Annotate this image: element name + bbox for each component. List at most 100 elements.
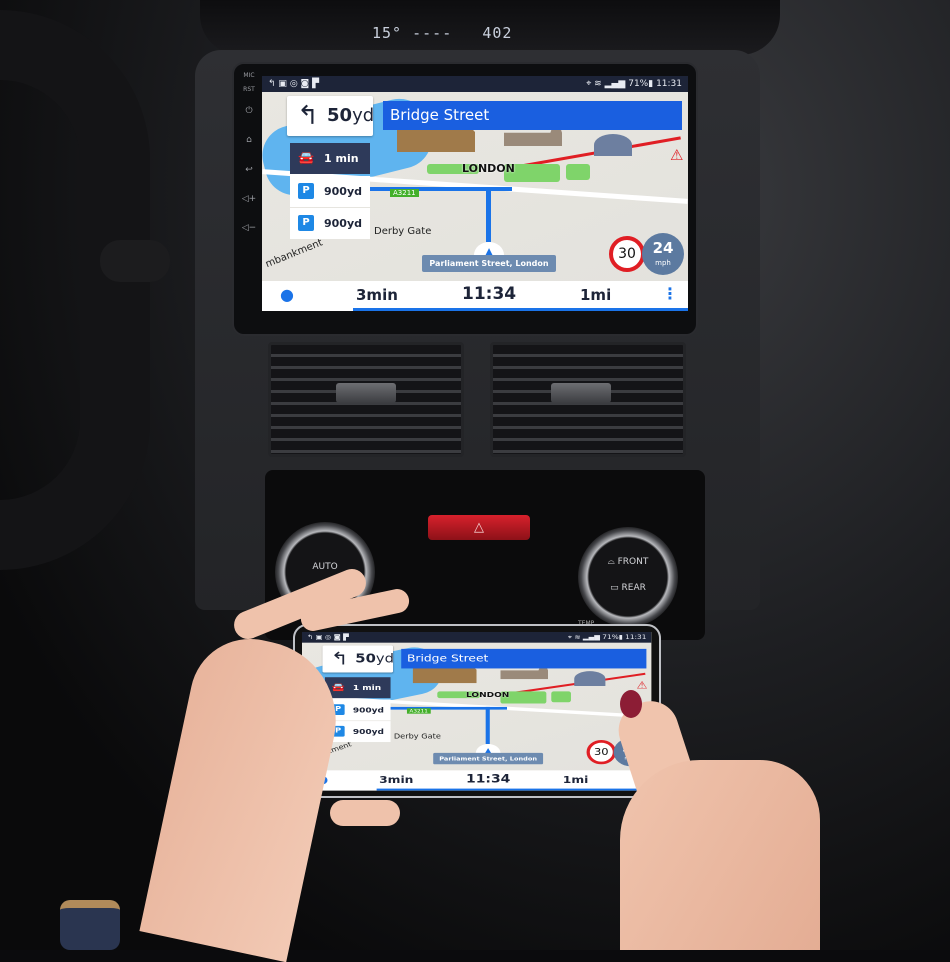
warning-triangle-icon[interactable]: ⚠ bbox=[637, 679, 648, 691]
dome-landmark bbox=[574, 671, 606, 686]
watch-strap bbox=[60, 900, 120, 950]
navigation-icon: ↰ bbox=[268, 79, 276, 89]
speed-limit-sign: 30 bbox=[586, 740, 617, 765]
flipboard-icon: ▛ bbox=[312, 79, 320, 89]
turn-instruction: ↰ 50yd bbox=[287, 96, 374, 136]
right-hand bbox=[620, 760, 820, 950]
steering-wheel bbox=[0, 10, 150, 570]
city-label: LONDON bbox=[462, 162, 515, 175]
speed-limit-sign: 30 bbox=[609, 236, 645, 272]
rear-defrost-icon: ▭ bbox=[610, 583, 619, 593]
traffic-delay[interactable]: 🚘 1 min bbox=[290, 143, 370, 174]
speed-value: 24 bbox=[652, 239, 674, 257]
hazard-button[interactable]: △ bbox=[428, 515, 530, 540]
battery-icon: ▮ bbox=[648, 79, 654, 89]
readout-temp: 15° bbox=[372, 24, 403, 42]
route-line bbox=[485, 706, 490, 745]
rear-label: REAR bbox=[621, 583, 646, 593]
traffic-label: 1 min bbox=[352, 683, 382, 693]
app-icon: ◎ bbox=[324, 634, 332, 641]
battery-level: 71% bbox=[602, 634, 619, 641]
chat-icon: ◙ bbox=[333, 634, 341, 641]
distance-unit: yd bbox=[352, 105, 375, 126]
parking-distance: 900yd bbox=[352, 705, 385, 715]
current-location: Parliament Street, London bbox=[422, 255, 556, 272]
road-shield: A3211 bbox=[406, 708, 431, 714]
map-park bbox=[566, 164, 590, 180]
arrival-time: 11:34 bbox=[462, 284, 517, 304]
route-line bbox=[486, 187, 491, 242]
arrival-time: 11:34 bbox=[466, 772, 511, 786]
left-thumb bbox=[330, 800, 400, 826]
traffic-car-icon: 🚘 bbox=[331, 682, 345, 693]
turn-left-arrow-icon: ↰ bbox=[297, 101, 319, 131]
warning-triangle-icon[interactable]: ⚠ bbox=[670, 146, 683, 164]
gallery-icon: ▣ bbox=[278, 79, 287, 89]
poi-pin-icon[interactable]: ● bbox=[280, 285, 294, 304]
status-time: 11:31 bbox=[656, 79, 682, 89]
signal-icon: ▂▄▆ bbox=[582, 634, 600, 641]
home-icon[interactable]: ⌂ bbox=[240, 135, 258, 145]
flipboard-icon: ▛ bbox=[343, 634, 349, 641]
road-shield: A3211 bbox=[390, 189, 419, 197]
defrost-knob[interactable]: ⌓ FRONT ▭ REAR bbox=[578, 527, 678, 627]
back-icon[interactable]: ↩ bbox=[240, 165, 258, 175]
route-progress bbox=[376, 788, 652, 791]
parking-distance: 900yd bbox=[324, 185, 363, 198]
street-label: Derby Gate bbox=[393, 733, 441, 741]
power-icon[interactable]: ⏻ bbox=[240, 106, 258, 116]
status-time: 11:31 bbox=[625, 634, 647, 641]
wifi-icon: ≋ bbox=[594, 79, 602, 89]
signal-icon: ▂▄▆ bbox=[604, 79, 626, 89]
parking-distance: 900yd bbox=[352, 727, 385, 736]
parking-option[interactable]: P 900yd bbox=[290, 176, 370, 207]
street-label: mbankment bbox=[264, 237, 325, 271]
remaining-distance: 1mi bbox=[580, 286, 612, 304]
wiper-stalk bbox=[100, 240, 170, 282]
status-bar: ↰ ▣ ◎ ◙ ▛ ⌖ ≋ ▂▄▆ 71%▮ 11:31 bbox=[302, 632, 652, 643]
volume-down-icon[interactable]: ◁− bbox=[240, 223, 258, 233]
turn-distance: 50yd bbox=[327, 105, 374, 126]
dash-readout: 15° ---- 402 bbox=[372, 24, 512, 42]
map-park bbox=[551, 691, 571, 703]
fingernail bbox=[620, 690, 642, 718]
turn-instruction: ↰ 50yd bbox=[322, 645, 394, 673]
hazard-triangle-icon: △ bbox=[474, 520, 484, 535]
status-bar: ↰ ▣ ◎ ◙ ▛ ⌖ ≋ ▂▄▆ 71%▮ 11:31 bbox=[262, 76, 688, 92]
turn-left-arrow-icon: ↰ bbox=[330, 648, 349, 670]
wifi-icon: ≋ bbox=[574, 634, 581, 641]
more-menu-icon[interactable]: ⋮ bbox=[662, 284, 678, 303]
battery-level: 71% bbox=[628, 79, 649, 89]
speed-unit: mph bbox=[655, 259, 671, 267]
phone-screen[interactable]: ↰ ▣ ◎ ◙ ▛ ⌖ ≋ ▂▄▆ 71%▮ 11:31 LONDON A321… bbox=[302, 632, 652, 791]
volume-up-icon[interactable]: ◁+ bbox=[240, 194, 258, 204]
location-icon: ⌖ bbox=[567, 634, 573, 641]
trip-info-bar: ● 3min 11:34 1mi ⋮ bbox=[302, 770, 652, 791]
front-defrost-icon: ⌓ bbox=[607, 557, 615, 567]
air-vent-right bbox=[490, 342, 686, 457]
trip-info-bar: ● 3min 11:34 1mi ⋮ bbox=[262, 281, 688, 311]
vent-tab[interactable] bbox=[336, 383, 396, 403]
parking-option[interactable]: P 900yd bbox=[290, 208, 370, 239]
gallery-icon: ▣ bbox=[315, 634, 323, 641]
readout-value: 402 bbox=[482, 24, 513, 42]
route-progress bbox=[353, 308, 688, 311]
traffic-delay[interactable]: 🚘 1 min bbox=[324, 677, 391, 699]
traffic-car-icon: 🚘 bbox=[298, 151, 315, 166]
head-unit-screen[interactable]: ↰ ▣ ◎ ◙ ▛ ⌖ ≋ ▂▄▆ 71%▮ 11:31 LONDON A321… bbox=[262, 76, 688, 311]
current-speed: 24 mph bbox=[642, 233, 684, 275]
knob-front: ⌓ FRONT bbox=[578, 557, 678, 567]
city-label: LONDON bbox=[466, 690, 510, 699]
street-label: Derby Gate bbox=[374, 226, 432, 237]
traffic-label: 1 min bbox=[324, 152, 359, 165]
location-icon: ⌖ bbox=[586, 79, 592, 89]
vent-tab[interactable] bbox=[551, 383, 611, 403]
remaining-time: 3min bbox=[379, 773, 414, 786]
knob-rear: ▭ REAR bbox=[578, 583, 678, 593]
front-label: FRONT bbox=[617, 557, 649, 567]
current-location: Parliament Street, London bbox=[433, 752, 544, 765]
reset-button[interactable]: RST bbox=[240, 86, 258, 93]
chat-icon: ◙ bbox=[300, 79, 310, 89]
remaining-time: 3min bbox=[356, 286, 398, 304]
parking-garage-icon: P bbox=[298, 215, 314, 231]
